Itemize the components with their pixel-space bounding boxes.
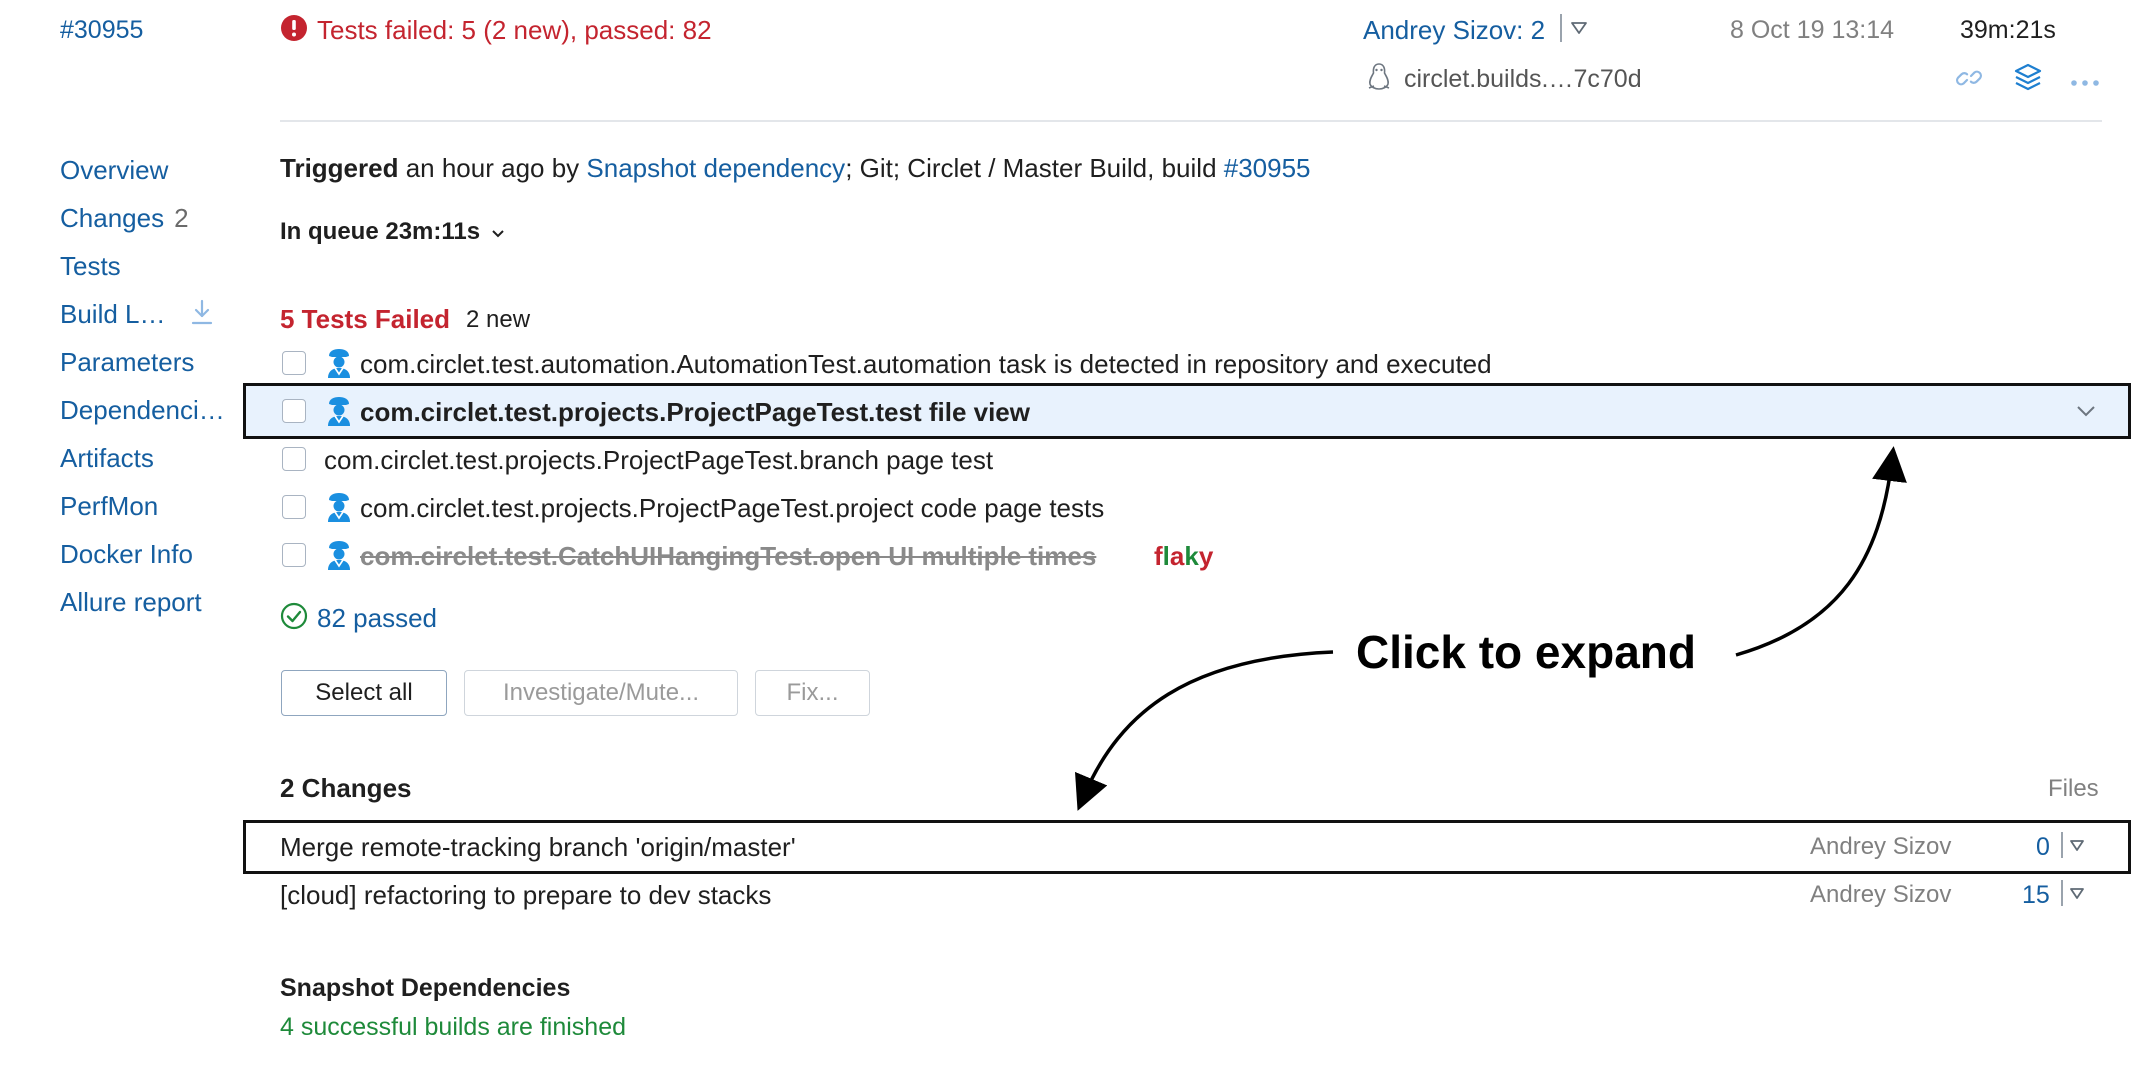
sidebar-item-tests[interactable]: Tests <box>60 251 121 282</box>
muted-test-name[interactable]: com.circlet.test.CatchUIHangingTest.open… <box>360 541 1096 572</box>
trigger-text: ; Git; Circlet / Master Build, build <box>845 153 1224 183</box>
change-author: Andrey Sizov <box>1810 881 1952 908</box>
divider <box>2061 832 2063 858</box>
investigator-icon[interactable] <box>324 347 354 379</box>
sidebar-item-allure-report[interactable]: Allure report <box>60 587 202 618</box>
build-link[interactable]: #30955 <box>1224 153 1311 183</box>
sidebar-item-artifacts[interactable]: Artifacts <box>60 443 154 474</box>
sidebar-item-parameters[interactable]: Parameters <box>60 347 194 378</box>
tests-failed-title: 5 Tests Failed <box>280 304 451 334</box>
expand-chevron-icon[interactable] <box>2076 404 2096 418</box>
divider <box>1560 14 1562 42</box>
sidebar-item-perfmon[interactable]: PerfMon <box>60 491 158 522</box>
build-number-link[interactable]: #30955 <box>60 16 143 45</box>
change-author: Andrey Sizov <box>1810 833 1952 860</box>
trigger-label: Triggered <box>280 153 399 183</box>
queue-time-label: In queue 23m:11s <box>280 218 481 245</box>
trigger-text: an hour ago by <box>398 153 587 183</box>
select-all-button[interactable]: Select all <box>281 670 447 716</box>
investigator-icon[interactable] <box>324 491 354 523</box>
annotation-text: Click to expand <box>1356 626 1696 678</box>
trigger-info: Triggered an hour ago by Snapshot depend… <box>280 153 1311 184</box>
test-name[interactable]: com.circlet.test.automation.AutomationTe… <box>360 349 1492 380</box>
change-message[interactable]: [cloud] refactoring to prepare to dev st… <box>280 880 771 911</box>
sidebar-item-build-log[interactable]: Build L… <box>60 299 166 330</box>
download-icon[interactable] <box>190 298 214 326</box>
chevron-down-icon[interactable] <box>2069 839 2085 853</box>
fix-button[interactable]: Fix... <box>755 670 870 716</box>
chevron-down-icon <box>492 230 504 238</box>
test-name[interactable]: com.circlet.test.projects.ProjectPageTes… <box>324 445 993 476</box>
changes-title: 2 Changes <box>280 773 412 803</box>
chevron-down-icon[interactable] <box>2069 887 2085 901</box>
error-icon <box>280 14 308 42</box>
flaky-badge: flaky <box>1154 541 1214 571</box>
queue-time-toggle[interactable]: In queue 23m:11s <box>280 218 505 246</box>
test-checkbox[interactable] <box>282 447 306 471</box>
agent-name[interactable]: circlet.builds.…7c70d <box>1404 65 1642 94</box>
test-checkbox[interactable] <box>282 351 306 375</box>
changes-by-user-link[interactable]: Andrey Sizov: 2 <box>1363 15 1545 46</box>
investigate-mute-button[interactable]: Investigate/Mute... <box>464 670 738 716</box>
changes-count-badge: 2 <box>174 203 189 233</box>
investigator-icon[interactable] <box>324 539 354 571</box>
sidebar-item-dependencies[interactable]: Dependenci… <box>60 395 225 426</box>
test-name[interactable]: com.circlet.test.projects.ProjectPageTes… <box>360 397 1030 428</box>
test-checkbox[interactable] <box>282 543 306 567</box>
linux-agent-icon <box>1366 62 1392 92</box>
snapshot-status-link[interactable]: 4 successful builds are finished <box>280 1013 626 1042</box>
header-divider <box>280 120 2102 122</box>
passed-tests-link[interactable]: 82 passed <box>317 603 437 634</box>
layers-icon[interactable] <box>2013 62 2043 92</box>
sidebar-item-label: Changes <box>60 203 165 233</box>
sidebar-item-docker-info[interactable]: Docker Info <box>60 539 193 570</box>
divider <box>2061 880 2063 906</box>
investigator-icon[interactable] <box>324 395 354 427</box>
check-circle-icon <box>280 602 308 630</box>
more-icon[interactable] <box>2070 74 2100 86</box>
snapshot-dependency-link[interactable]: Snapshot dependency <box>586 153 845 183</box>
build-date: 8 Oct 19 13:14 <box>1730 16 1895 44</box>
snapshot-dependencies-title: Snapshot Dependencies <box>280 974 571 1002</box>
test-checkbox[interactable] <box>282 399 306 423</box>
test-name[interactable]: com.circlet.test.projects.ProjectPageTes… <box>360 493 1104 524</box>
sidebar-item-changes[interactable]: Changes 2 <box>60 203 189 234</box>
link-icon[interactable] <box>1955 64 1983 92</box>
new-tests-count: 2 new <box>466 306 531 333</box>
change-files-count[interactable]: 15 <box>2022 881 2050 910</box>
sidebar-item-overview[interactable]: Overview <box>60 155 168 186</box>
change-files-count[interactable]: 0 <box>2036 833 2050 862</box>
build-status-text[interactable]: Tests failed: 5 (2 new), passed: 82 <box>317 15 712 46</box>
chevron-down-icon[interactable] <box>1570 20 1588 36</box>
change-message[interactable]: Merge remote-tracking branch 'origin/mas… <box>280 832 796 863</box>
files-column-header: Files <box>2048 775 2099 802</box>
test-checkbox[interactable] <box>282 495 306 519</box>
build-duration: 39m:21s <box>1960 16 2056 44</box>
